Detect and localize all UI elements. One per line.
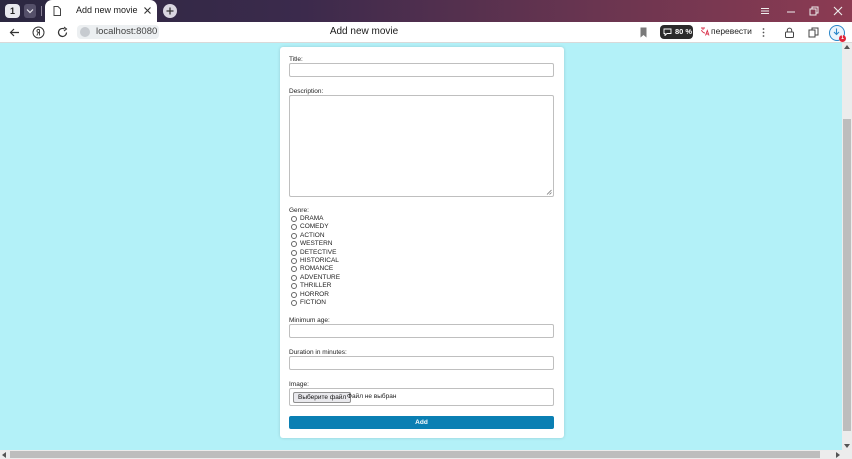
vertical-scrollbar[interactable]: [842, 43, 852, 450]
genre-option-label: WESTERN: [300, 240, 333, 248]
horizontal-scrollbar[interactable]: [0, 450, 852, 459]
radio-button[interactable]: [291, 300, 297, 306]
restore-icon[interactable]: [807, 4, 821, 18]
radio-button[interactable]: [291, 283, 297, 290]
back-arrow-icon[interactable]: [8, 26, 21, 39]
radio-button[interactable]: [291, 249, 297, 256]
radio-button[interactable]: [291, 232, 297, 239]
resize-grip-icon[interactable]: [546, 189, 552, 195]
genre-option-label: THRILLER: [300, 282, 332, 290]
add-button[interactable]: Add: [289, 416, 554, 429]
tab-title: Add new movie: [76, 5, 138, 15]
horizontal-scrollbar-thumb[interactable]: [10, 451, 820, 458]
url-field[interactable]: localhost:8080: [77, 25, 159, 39]
url-text: localhost:8080: [96, 26, 158, 37]
lock-icon[interactable]: [783, 26, 796, 39]
address-bar: localhost:8080 Add new movie 80 % переве…: [0, 22, 852, 43]
scroll-up-arrow-icon[interactable]: [844, 45, 850, 49]
image-label: Image:: [289, 381, 309, 388]
more-vertical-icon[interactable]: [757, 26, 770, 39]
chat-bubble-icon: [663, 28, 672, 36]
genre-option-label: DETECTIVE: [300, 248, 337, 256]
genre-label: Genre:: [289, 207, 309, 214]
minimize-icon[interactable]: [784, 4, 798, 18]
downloads-button[interactable]: 1: [829, 25, 846, 42]
page-icon: [53, 6, 61, 16]
genre-option-label: ACTION: [300, 231, 325, 239]
scroll-left-arrow-icon[interactable]: [2, 452, 6, 458]
duration-input[interactable]: [289, 356, 554, 370]
title-label: Title:: [289, 56, 303, 63]
radio-button[interactable]: [291, 274, 297, 281]
vertical-scrollbar-thumb[interactable]: [843, 119, 851, 431]
genre-option-label: COMEDY: [300, 223, 329, 231]
translate-icon: [701, 27, 710, 36]
genre-option-label: ROMANCE: [300, 265, 334, 273]
genre-option-label: DRAMA: [300, 215, 324, 222]
site-info-icon[interactable]: [80, 27, 90, 37]
menu-icon[interactable]: [758, 4, 772, 18]
radio-button[interactable]: [291, 266, 297, 273]
min-age-input[interactable]: [289, 324, 554, 338]
file-status-text: Файл не выбран: [347, 393, 397, 400]
radio-button[interactable]: [291, 258, 297, 264]
downloads-badge: 1: [839, 35, 846, 42]
new-tab-button[interactable]: [163, 4, 177, 18]
tab-counter-button[interactable]: 1: [5, 4, 20, 18]
min-age-label: Minimum age:: [289, 317, 330, 324]
genre-option-label: HORROR: [300, 290, 329, 298]
title-input[interactable]: [289, 63, 554, 77]
choose-file-button[interactable]: Выберите файл: [293, 392, 352, 403]
tab-active[interactable]: Add new movie: [45, 0, 157, 22]
genre-option-label: FICTION: [300, 299, 326, 306]
duration-label: Duration in minutes:: [289, 349, 347, 356]
extensions-icon[interactable]: [807, 26, 820, 39]
reload-icon[interactable]: [56, 26, 69, 39]
radio-button[interactable]: [291, 291, 297, 298]
tab-bar: 1 Add new movie: [0, 0, 852, 22]
zoom-button[interactable]: 80 %: [660, 25, 693, 39]
radio-button[interactable]: [291, 216, 297, 222]
image-file-input: Выберите файл Файл не выбран: [289, 388, 554, 406]
add-movie-form: Title: Description: Genre: DRAMA COMEDY …: [280, 47, 564, 438]
tab-separator: [41, 6, 42, 16]
zoom-level: 80 %: [675, 27, 693, 36]
description-textarea[interactable]: [289, 95, 554, 197]
description-label: Description:: [289, 88, 324, 95]
close-tab-icon[interactable]: [143, 6, 152, 15]
yandex-logo-icon[interactable]: [32, 26, 45, 39]
genre-option-label: ADVENTURE: [300, 273, 341, 281]
translate-label: перевести: [711, 26, 752, 36]
address-bar-page-title: Add new movie: [329, 26, 399, 37]
scroll-down-arrow-icon[interactable]: [844, 444, 850, 448]
radio-button[interactable]: [291, 241, 297, 248]
radio-button[interactable]: [291, 224, 297, 231]
tab-list-chevron-icon[interactable]: [24, 4, 36, 18]
bookmark-icon[interactable]: [637, 26, 650, 39]
scroll-right-arrow-icon[interactable]: [836, 452, 840, 458]
genre-option-label: HISTORICAL: [300, 257, 339, 264]
close-window-icon[interactable]: [831, 4, 845, 18]
